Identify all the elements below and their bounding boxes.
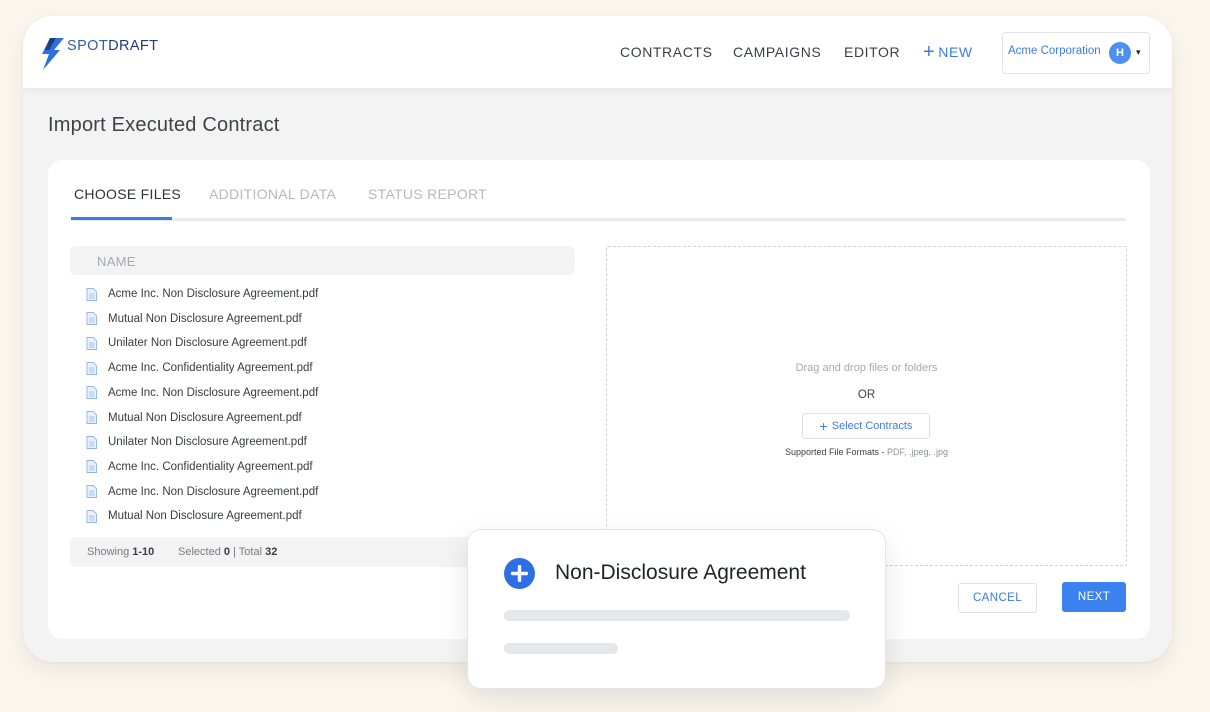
showing-label: Showing [87,546,130,558]
selection-summary: Selected 0 | Total 32 [178,546,277,558]
nav-contracts[interactable]: CONTRACTS [620,16,713,88]
file-name: Mutual Non Disclosure Agreement.pdf [108,510,302,523]
next-button[interactable]: NEXT [1062,582,1126,612]
file-name: Mutual Non Disclosure Agreement.pdf [108,411,302,424]
contract-type-popup: Non-Disclosure Agreement [467,529,886,689]
list-item[interactable]: Acme Inc. Confidentiality Agreement.pdf [86,358,313,378]
active-tab-indicator [71,217,172,220]
showing-value: 1-10 [132,546,155,558]
spotdraft-logo[interactable]: SPOTDRAFT [41,38,158,70]
avatar: H [1109,42,1131,64]
column-header-name: NAME [97,254,136,269]
plus-icon: + [923,41,936,63]
lightning-bolt-icon [42,38,64,70]
document-icon [86,386,97,400]
caret-down-icon: ▾ [1136,47,1141,57]
document-icon [86,509,97,523]
count-separator: | [233,546,236,558]
new-label: NEW [938,44,973,60]
file-name: Unilater Non Disclosure Agreement.pdf [108,337,307,350]
account-switcher[interactable]: Acme Corporation H ▾ [1002,32,1150,74]
file-name: Acme Inc. Confidentiality Agreement.pdf [108,460,313,473]
plus-circle-icon[interactable] [504,558,535,589]
brand-part-draft: DRAFT [108,38,159,54]
list-item[interactable]: Unilater Non Disclosure Agreement.pdf [86,432,307,452]
page-title: Import Executed Contract [48,114,280,136]
file-name: Acme Inc. Confidentiality Agreement.pdf [108,362,313,375]
supported-formats: Supported File Formats - PDF, .jpeg, .jp… [607,447,1126,457]
selected-value: 0 [223,546,230,558]
formats-value: PDF, .jpeg, .jpg [887,447,949,457]
account-name: Acme Corporation [1008,45,1101,57]
tab-additional-data[interactable]: ADDITIONAL DATA [209,186,336,202]
list-item[interactable]: Acme Inc. Non Disclosure Agreement.pdf [86,482,318,502]
showing-count: Showing 1-10 [87,546,154,558]
nav-editor[interactable]: EDITOR [844,16,900,88]
tabs-divider [71,218,1126,221]
plus-icon [511,565,528,582]
cancel-button[interactable]: CANCEL [958,583,1037,613]
file-name: Acme Inc. Non Disclosure Agreement.pdf [108,288,319,300]
nav-campaigns[interactable]: CAMPAIGNS [733,16,821,88]
list-item[interactable]: Mutual Non Disclosure Agreement.pdf [86,408,302,428]
document-icon [86,312,97,326]
list-item[interactable]: Mutual Non Disclosure Agreement.pdf [86,506,302,526]
document-icon [86,287,97,301]
total-label: Total [238,546,263,558]
list-item[interactable]: Mutual Non Disclosure Agreement.pdf [86,309,302,329]
file-list-header: NAME [70,246,575,275]
document-icon [86,361,97,375]
list-item[interactable]: Acme Inc. Non Disclosure Agreement.pdf [86,383,318,403]
select-contracts-button[interactable]: + Select Contracts [802,413,930,439]
brand-name: SPOTDRAFT [67,38,158,54]
document-icon [86,460,97,474]
file-name: Acme Inc. Non Disclosure Agreement.pdf [108,386,319,399]
file-name: Unilater Non Disclosure Agreement.pdf [108,436,307,449]
document-icon [86,485,97,499]
file-name: Mutual Non Disclosure Agreement.pdf [108,312,302,325]
new-button[interactable]: + NEW [923,16,973,88]
file-dropzone[interactable]: Drag and drop files or folders OR + Sele… [606,246,1127,566]
select-contracts-label: Select Contracts [831,420,913,432]
tab-choose-files[interactable]: CHOOSE FILES [74,186,181,202]
popup-title: Non-Disclosure Agreement [555,561,806,584]
file-name: Acme Inc. Non Disclosure Agreement.pdf [108,485,319,498]
total-value: 32 [265,546,278,558]
list-item[interactable]: Acme Inc. Non Disclosure Agreement.pdf [86,284,318,304]
document-icon [86,411,97,424]
plus-icon: + [819,418,828,434]
document-icon [86,336,97,350]
dropzone-or: OR [857,389,876,401]
tab-status-report[interactable]: STATUS REPORT [368,186,487,202]
brand-part-spot: SPOT [67,38,109,54]
document-icon [86,435,97,449]
skeleton-line [504,610,850,621]
selected-label: Selected [178,546,221,558]
dropzone-hint: Drag and drop files or folders [795,362,938,374]
formats-label: Supported File Formats - [784,447,885,457]
list-item[interactable]: Unilater Non Disclosure Agreement.pdf [86,333,307,353]
skeleton-line [504,643,618,654]
top-navigation-bar: SPOTDRAFT CONTRACTS CAMPAIGNS EDITOR + N… [23,16,1172,88]
list-item[interactable]: Acme Inc. Confidentiality Agreement.pdf [86,457,313,477]
